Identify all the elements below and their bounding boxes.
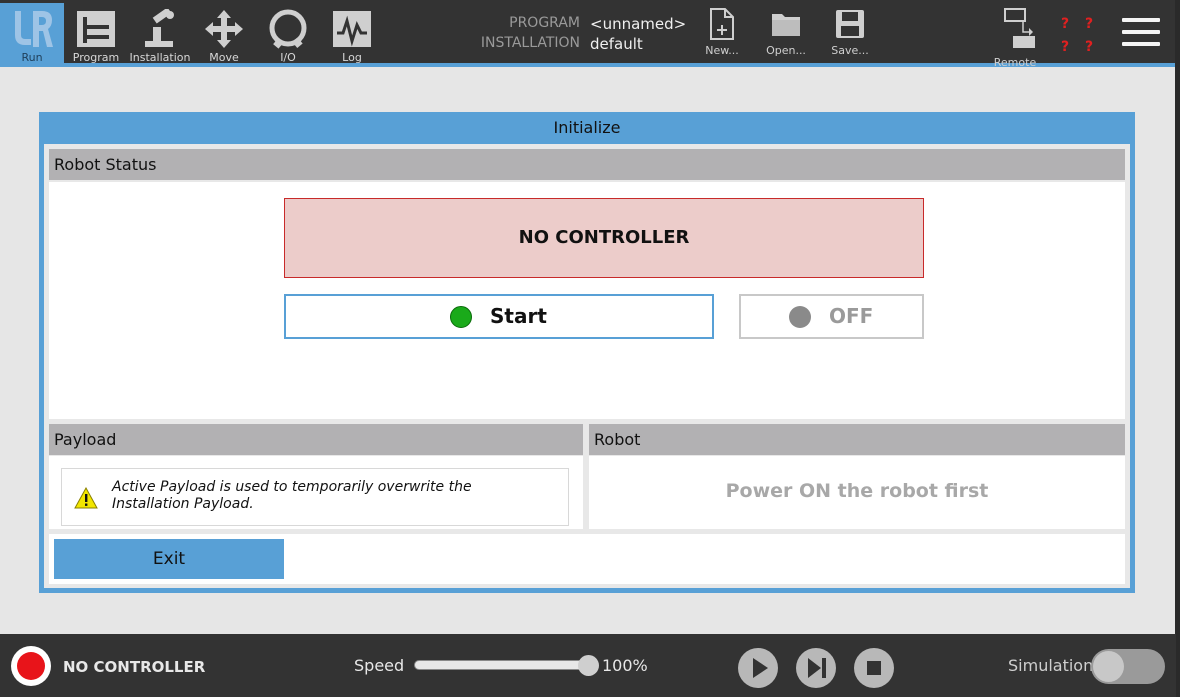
open-program-label: Open... (766, 44, 806, 57)
payload-note: Active Payload is used to temporarily ov… (61, 468, 569, 526)
unknown-status-1: ? (1061, 16, 1070, 32)
nav-installation-tab[interactable]: Installation (128, 3, 192, 67)
exit-button[interactable]: Exit (54, 539, 284, 579)
installation-name: default (590, 35, 643, 53)
folder-icon (772, 14, 800, 36)
save-program-label: Save... (831, 44, 869, 57)
program-label: PROGRAM (509, 15, 580, 31)
simulation-label: Simulation (1008, 656, 1094, 675)
nav-run-tab[interactable]: Run (0, 3, 64, 67)
robot-status-panel: NO CONTROLLER Start OFF (49, 182, 1125, 419)
nav-run-label: Run (21, 51, 43, 64)
move-arrows-icon (205, 10, 243, 48)
nav-log-label: Log (342, 51, 362, 64)
exit-row: Exit (49, 534, 1125, 584)
play-icon (753, 658, 768, 678)
save-disk-icon (836, 10, 864, 38)
speed-value: 100% (602, 656, 648, 675)
stop-icon (867, 661, 881, 675)
new-file-icon (710, 8, 734, 40)
remote-control-icon (1004, 8, 1035, 48)
unknown-status-2: ? (1085, 16, 1094, 32)
speed-label: Speed (354, 656, 405, 675)
remote-label: Remote (993, 56, 1037, 69)
dialog-body: Robot Status NO CONTROLLER Start OFF Pay… (44, 144, 1130, 588)
open-program-button[interactable]: Open... (756, 8, 816, 57)
green-status-dot-icon (450, 306, 472, 328)
top-bar: Run Program Installation Move I/O Log PR… (0, 0, 1176, 69)
unknown-status-3: ? (1061, 39, 1070, 55)
robot-panel: Power ON the robot first (589, 456, 1125, 529)
nav-program-tab[interactable]: Program (64, 3, 128, 67)
payload-panel: Active Payload is used to temporarily ov… (49, 456, 583, 529)
initialize-dialog: Initialize Robot Status NO CONTROLLER St… (39, 112, 1135, 593)
bottom-status-text: NO CONTROLLER (63, 658, 206, 676)
robot-header: Robot (589, 424, 1125, 455)
step-forward-icon (808, 658, 826, 678)
nav-io-label: I/O (280, 51, 296, 64)
save-program-button[interactable]: Save... (820, 8, 880, 57)
robot-arm-icon (145, 9, 174, 47)
bottom-bar: NO CONTROLLER Speed 100% Simulation (0, 634, 1176, 697)
new-program-button[interactable]: New... (692, 8, 752, 57)
window-edge (1175, 0, 1180, 697)
nav-program-label: Program (72, 51, 120, 64)
speed-slider-thumb[interactable] (577, 655, 599, 676)
payload-note-text: Active Payload is used to temporarily ov… (112, 479, 472, 512)
controller-status-box: NO CONTROLLER (284, 198, 924, 278)
robot-power-message: Power ON the robot first (725, 480, 989, 502)
ur-logo-icon (15, 11, 53, 47)
power-off-label: OFF (829, 304, 874, 328)
robot-status-header: Robot Status (49, 149, 1125, 180)
start-button-label: Start (490, 304, 547, 328)
simulation-toggle[interactable] (1091, 649, 1165, 684)
io-connector-icon (269, 9, 307, 49)
speed-slider-track[interactable] (414, 660, 592, 670)
warning-icon (74, 487, 98, 509)
program-icon (77, 11, 115, 47)
unknown-status-4: ? (1085, 39, 1094, 55)
step-button[interactable] (796, 648, 836, 688)
program-name: <unnamed> (590, 15, 687, 33)
robot-status-indicator-icon[interactable] (11, 646, 51, 686)
play-button[interactable] (738, 648, 778, 688)
stop-button[interactable] (854, 648, 894, 688)
remote-control-button[interactable]: Remote (985, 8, 1045, 69)
log-chart-icon (333, 11, 371, 47)
new-program-label: New... (705, 44, 739, 57)
grey-status-dot-icon (789, 306, 811, 328)
nav-move-label: Move (209, 51, 239, 64)
start-button[interactable]: Start (284, 294, 714, 339)
nav-move-tab[interactable]: Move (192, 3, 256, 67)
dialog-title: Initialize (553, 118, 621, 137)
hamburger-menu-icon[interactable] (1122, 18, 1162, 52)
nav-installation-label: Installation (129, 51, 191, 64)
payload-header: Payload (49, 424, 583, 455)
nav-io-tab[interactable]: I/O (256, 3, 320, 67)
nav-log-tab[interactable]: Log (320, 3, 384, 67)
power-off-button[interactable]: OFF (739, 294, 924, 339)
installation-label: INSTALLATION (480, 35, 580, 51)
